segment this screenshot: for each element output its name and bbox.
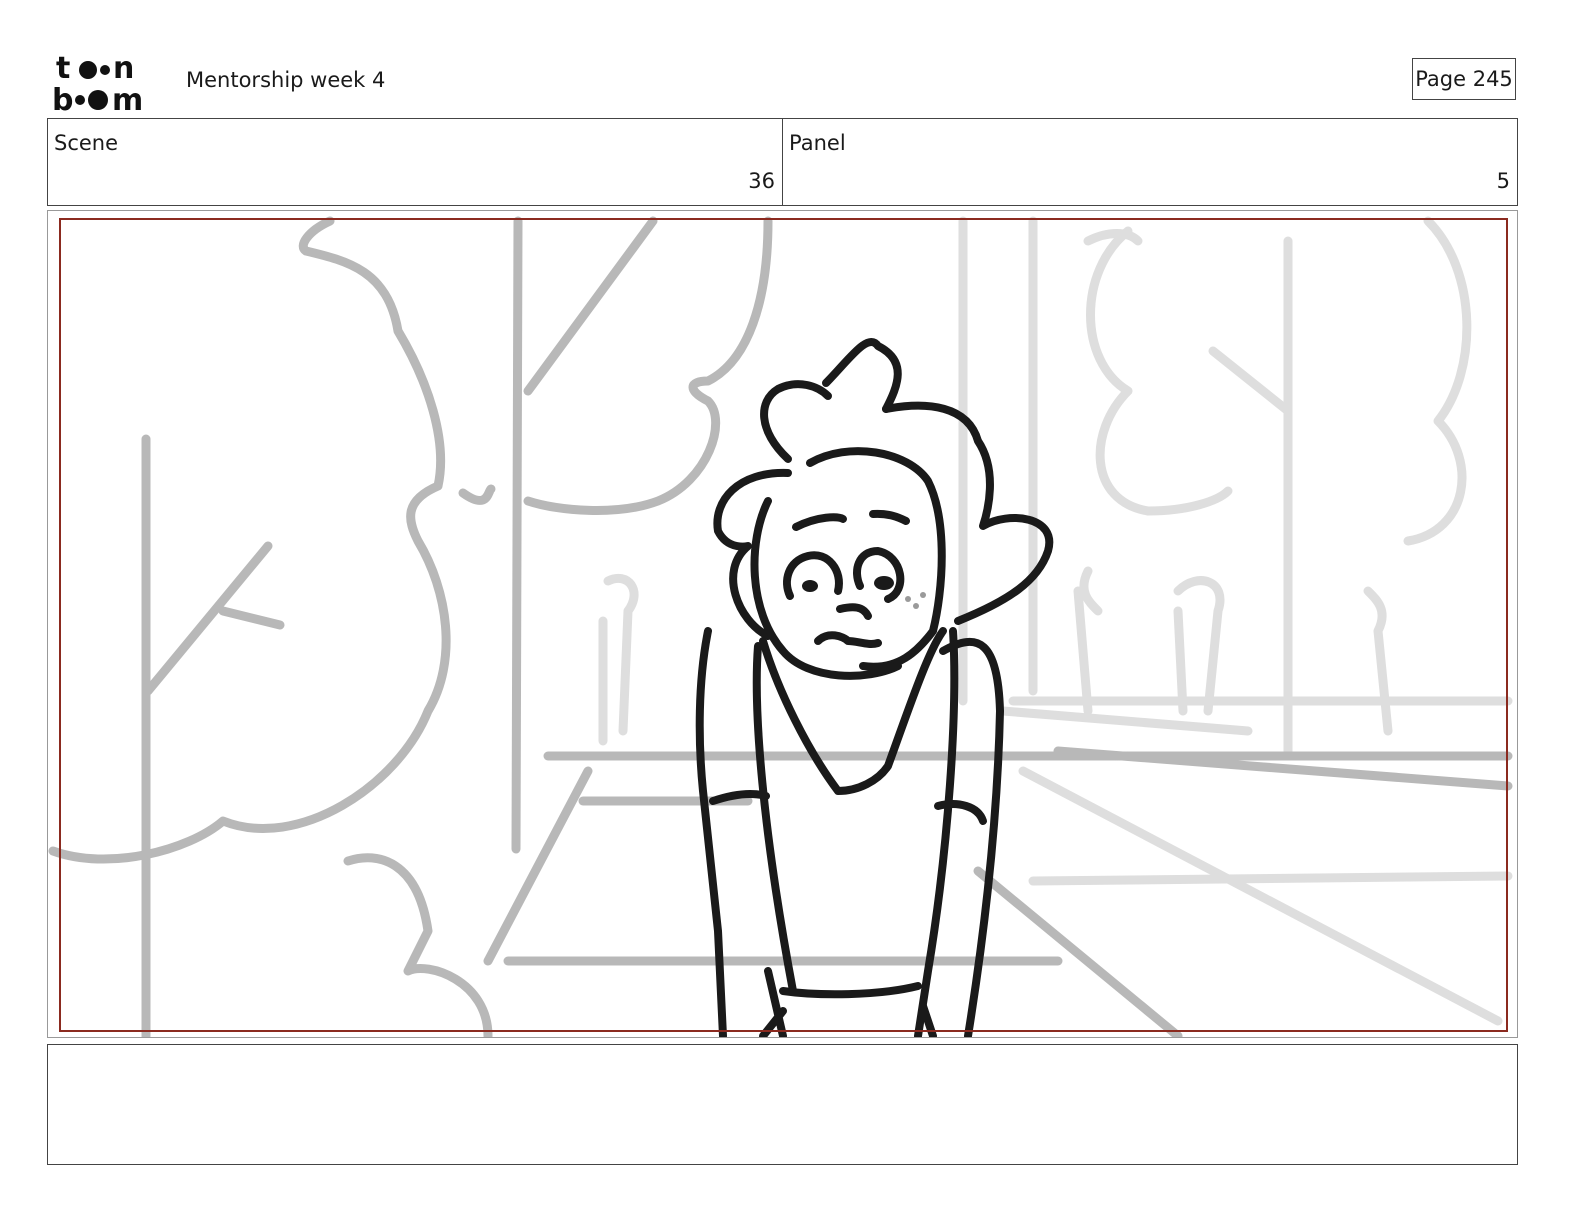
- character-freckles: [905, 592, 926, 609]
- panel-drawing: [48, 216, 1513, 1037]
- toonboom-logo: t n b m: [52, 51, 143, 114]
- storyboard-panel-image: [47, 210, 1518, 1038]
- svg-text:m: m: [112, 83, 143, 114]
- panel-value: 5: [1496, 169, 1510, 193]
- scene-cell: Scene 36: [48, 119, 782, 205]
- scene-value: 36: [748, 169, 775, 193]
- scene-label: Scene: [54, 131, 119, 155]
- character-eye-pupils: [802, 576, 894, 592]
- page-number: Page 245: [1412, 58, 1516, 100]
- panel-label: Panel: [789, 131, 846, 155]
- document-title: Mentorship week 4: [186, 68, 386, 92]
- svg-text:b: b: [52, 83, 73, 114]
- background-sketch-faint: [598, 216, 1513, 1026]
- character-drawing: [695, 338, 1054, 1037]
- svg-text:t: t: [56, 51, 70, 86]
- svg-text:n: n: [113, 51, 134, 86]
- panel-notes-box: [47, 1044, 1518, 1165]
- scene-panel-info: Scene 36 Panel 5: [47, 118, 1518, 206]
- panel-cell: Panel 5: [782, 119, 1517, 205]
